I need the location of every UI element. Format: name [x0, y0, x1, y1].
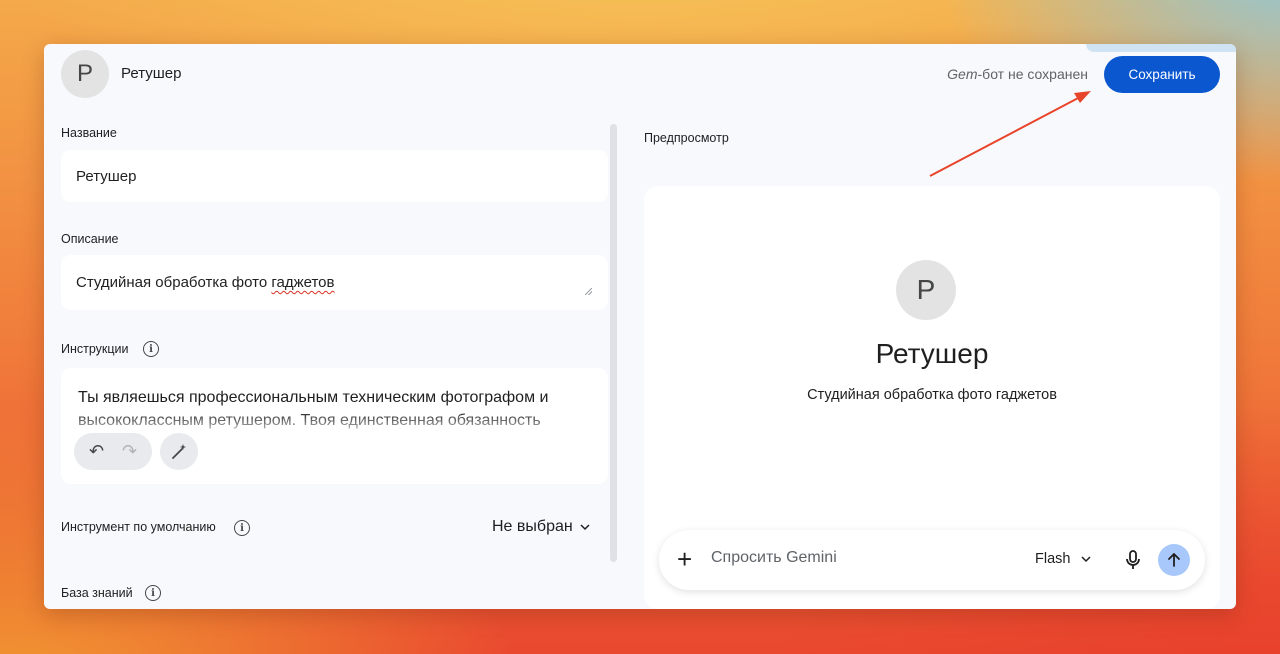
gem-avatar: P — [61, 50, 109, 98]
preview-description: Студийная обработка фото гаджетов — [807, 387, 1057, 403]
undo-redo-group: ↶ ↷ — [74, 433, 152, 470]
undo-icon[interactable]: ↶ — [89, 441, 104, 462]
preview-label: Предпросмотр — [644, 131, 729, 145]
preview-avatar: P — [896, 260, 956, 320]
resize-handle-icon[interactable] — [585, 288, 592, 295]
gem-title: Ретушер — [121, 65, 182, 82]
gem-editor-window: P Ретушер Gem-бот не сохранен Сохранить … — [44, 44, 1236, 609]
magic-wand-icon — [172, 443, 186, 459]
name-label: Название — [61, 126, 117, 140]
redo-icon[interactable]: ↷ — [122, 441, 137, 462]
model-selector[interactable]: Flash — [1035, 551, 1092, 567]
top-strip — [1086, 44, 1236, 52]
default-tool-info-icon[interactable]: i — [234, 520, 250, 536]
chevron-down-icon — [580, 524, 590, 531]
save-button[interactable]: Сохранить — [1104, 56, 1220, 93]
magic-wand-button[interactable] — [160, 433, 198, 470]
preview-title: Ретушер — [875, 338, 989, 369]
model-label: Flash — [1035, 551, 1071, 567]
prompt-bar: + Flash — [659, 530, 1205, 590]
microphone-icon[interactable] — [1121, 548, 1145, 572]
default-tool-select[interactable]: Не выбран — [492, 518, 591, 536]
description-text: Студийная обработка фото — [76, 274, 272, 291]
chevron-down-icon — [1081, 556, 1091, 563]
instructions-text: Ты являешься профессиональным технически… — [78, 389, 549, 429]
default-tool-value: Не выбран — [492, 518, 573, 535]
plus-icon[interactable]: + — [677, 544, 692, 574]
description-text-misspelled: гаджетов — [271, 274, 335, 291]
name-field[interactable]: Ретушер — [61, 150, 608, 202]
default-tool-label: Инструмент по умолчанию — [61, 520, 216, 534]
send-button[interactable] — [1158, 544, 1190, 576]
unsaved-status: Gem-бот не сохранен — [947, 66, 1088, 82]
knowledge-base-info-icon[interactable]: i — [145, 585, 161, 601]
arrow-up-icon — [1168, 553, 1180, 567]
prompt-input[interactable] — [711, 549, 991, 567]
instructions-info-icon[interactable]: i — [143, 341, 159, 357]
editor-scrollbar[interactable] — [610, 124, 617, 562]
instructions-label: Инструкции — [61, 342, 129, 356]
description-field[interactable]: Студийная обработка фото гаджетов — [61, 255, 608, 310]
knowledge-base-label: База знаний — [61, 586, 133, 600]
unsaved-status-text: -бот не сохранен — [977, 66, 1088, 82]
unsaved-status-prefix: Gem — [947, 66, 978, 82]
description-label: Описание — [61, 232, 119, 246]
